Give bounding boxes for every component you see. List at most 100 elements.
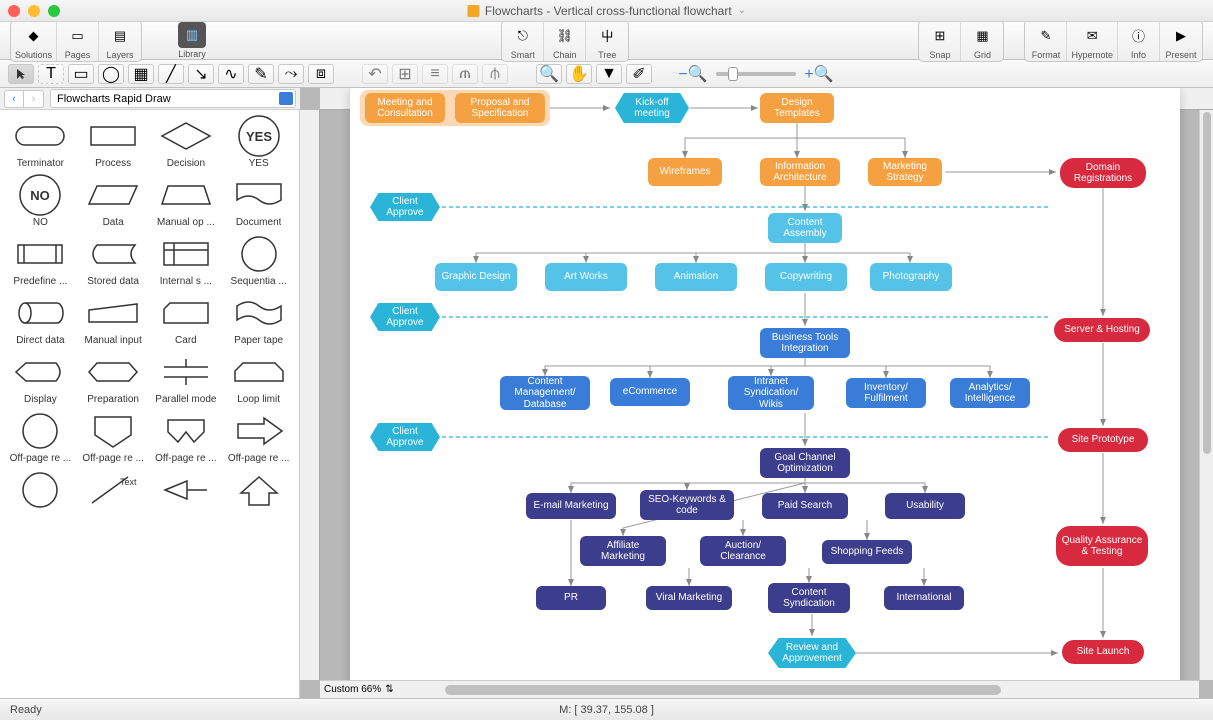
node-photo[interactable]: Photography	[870, 263, 952, 291]
zoom-in-button[interactable]: +🔍	[806, 64, 832, 84]
horizontal-scrollbar[interactable]	[405, 680, 1199, 698]
tb-present[interactable]: ▶Present	[1160, 21, 1202, 61]
node-goal[interactable]: Goal Channel Optimization	[760, 448, 850, 478]
highlight-tool[interactable]: ✎	[248, 64, 274, 84]
tb-layers[interactable]: ▤Layers	[99, 21, 141, 61]
node-mkt[interactable]: Marketing Strategy	[868, 158, 942, 186]
node-cms[interactable]: Content Management/ Database	[500, 376, 590, 410]
node-usab[interactable]: Usability	[885, 493, 965, 519]
node-email[interactable]: E-mail Marketing	[526, 493, 616, 519]
shape-house[interactable]	[224, 470, 293, 512]
zoom-thumb[interactable]	[728, 67, 738, 81]
vertical-scrollbar[interactable]	[1199, 110, 1213, 680]
node-art[interactable]: Art Works	[545, 263, 627, 291]
node-intranet[interactable]: Intranet Syndication/ Wikis	[728, 376, 814, 410]
node-ca1[interactable]: Client Approve	[370, 193, 440, 221]
node-meeting[interactable]: Meeting and Consultation	[365, 93, 445, 123]
tb-format[interactable]: ✎Format	[1025, 21, 1067, 61]
shape-hex[interactable]: Preparation	[79, 352, 148, 405]
node-inv[interactable]: Inventory/ Fulfilment	[846, 378, 926, 408]
shape-rect[interactable]: Process	[79, 116, 148, 169]
chevron-down-icon[interactable]: ⌄	[738, 5, 746, 16]
node-intl[interactable]: International	[884, 586, 964, 610]
node-design[interactable]: Design Templates	[760, 93, 834, 123]
node-viral[interactable]: Viral Marketing	[646, 586, 732, 610]
shape-trapezoid[interactable]: Manual op ...	[152, 175, 221, 228]
shape-papertape[interactable]: Paper tape	[224, 293, 293, 346]
tb-snap[interactable]: ⊞Snap	[919, 21, 961, 61]
shape-card[interactable]: Card	[152, 293, 221, 346]
shape-manualinput[interactable]: Manual input	[79, 293, 148, 346]
node-bti[interactable]: Business Tools Integration	[760, 328, 850, 358]
node-ecom[interactable]: eCommerce	[610, 378, 690, 406]
library-button[interactable]: ▥ Library	[172, 22, 212, 59]
text-tool[interactable]: T	[38, 64, 64, 84]
shape-document[interactable]: Document	[224, 175, 293, 228]
shape-parallel[interactable]: Parallel mode	[152, 352, 221, 405]
pointer-tool[interactable]	[8, 64, 34, 84]
node-graphic[interactable]: Graphic Design	[435, 263, 517, 291]
shape-circle[interactable]: Sequentia ...	[224, 234, 293, 287]
distribute-button[interactable]: ⫙	[452, 64, 478, 84]
node-auction[interactable]: Auction/ Clearance	[700, 536, 786, 566]
shape-offpage2[interactable]: Off-page re ...	[79, 411, 148, 464]
shape-terminator[interactable]: Terminator	[6, 116, 75, 169]
shape-arrow[interactable]: Off-page re ...	[224, 411, 293, 464]
shape-parallelogram[interactable]: Data	[79, 175, 148, 228]
tb-tree[interactable]: ⼬Tree	[586, 21, 628, 61]
line-tool[interactable]: ╱	[158, 64, 184, 84]
node-copy[interactable]: Copywriting	[765, 263, 847, 291]
node-wire[interactable]: Wireframes	[648, 158, 722, 186]
tb-info[interactable]: ⓘInfo	[1118, 21, 1160, 61]
undo-button[interactable]: ↶	[362, 64, 388, 84]
arrange-button[interactable]: ⫛	[482, 64, 508, 84]
window-close[interactable]	[8, 5, 20, 17]
shape-looplimit[interactable]: Loop limit	[224, 352, 293, 405]
node-affiliate[interactable]: Affiliate Marketing	[580, 536, 666, 566]
node-ca3[interactable]: Client Approve	[370, 423, 440, 451]
node-server[interactable]: Server & Hosting	[1054, 318, 1150, 342]
node-domain[interactable]: Domain Registrations	[1060, 158, 1146, 188]
shape-offpage1[interactable]: Off-page re ...	[6, 411, 75, 464]
node-paid[interactable]: Paid Search	[762, 493, 848, 519]
window-zoom[interactable]	[48, 5, 60, 17]
lib-back-button[interactable]: ‹	[4, 90, 24, 108]
node-pr[interactable]: PR	[536, 586, 606, 610]
eyedropper-tool[interactable]: ✐	[626, 64, 652, 84]
shape-no[interactable]: NONO	[6, 175, 75, 228]
zoom-tool[interactable]: 🔍	[536, 64, 562, 84]
tb-hypernote[interactable]: ✉Hypernote	[1067, 21, 1118, 61]
tb-chain[interactable]: ⛓Chain	[544, 21, 586, 61]
curve-tool[interactable]: ∿	[218, 64, 244, 84]
node-content[interactable]: Content Assembly	[768, 213, 842, 243]
node-review[interactable]: Review and Approvement	[768, 638, 856, 668]
node-seo[interactable]: SEO-Keywords & code	[640, 490, 734, 520]
spline-tool[interactable]: ⤳	[278, 64, 304, 84]
node-csynd[interactable]: Content Syndication	[768, 583, 850, 613]
node-kickoff[interactable]: Kick-off meeting	[615, 93, 689, 123]
shape-predef[interactable]: Predefine ...	[6, 234, 75, 287]
lib-forward-button[interactable]: ›	[24, 90, 44, 108]
tb-grid[interactable]: ▦Grid	[961, 21, 1003, 61]
zoom-out-button[interactable]: −🔍	[680, 64, 706, 84]
library-select[interactable]: Flowcharts Rapid Draw	[50, 89, 296, 108]
node-siteproto[interactable]: Site Prototype	[1058, 428, 1148, 452]
table-tool[interactable]: ▦	[128, 64, 154, 84]
group-button[interactable]: ⊞	[392, 64, 418, 84]
shape-stored[interactable]: Stored data	[79, 234, 148, 287]
tb-pages[interactable]: ▭Pages	[57, 21, 99, 61]
zoom-display[interactable]: Custom 66%⇅	[320, 680, 405, 698]
hand-tool[interactable]: ✋	[566, 64, 592, 84]
crop-tool[interactable]: ⧈	[308, 64, 334, 84]
shape-display[interactable]: Display	[6, 352, 75, 405]
shape-circle2[interactable]	[6, 470, 75, 512]
h-scroll-thumb[interactable]	[445, 685, 1001, 695]
canvas[interactable]: Meeting and ConsultationProposal and Spe…	[350, 88, 1180, 698]
node-info[interactable]: Information Architecture	[760, 158, 840, 186]
shape-internal[interactable]: Internal s ...	[152, 234, 221, 287]
shape-cylinder[interactable]: Direct data	[6, 293, 75, 346]
shape-yes[interactable]: YESYES	[224, 116, 293, 169]
ellipse-tool[interactable]: ◯	[98, 64, 124, 84]
v-scroll-thumb[interactable]	[1203, 112, 1211, 454]
tb-solutions[interactable]: ◆Solutions	[11, 21, 57, 61]
